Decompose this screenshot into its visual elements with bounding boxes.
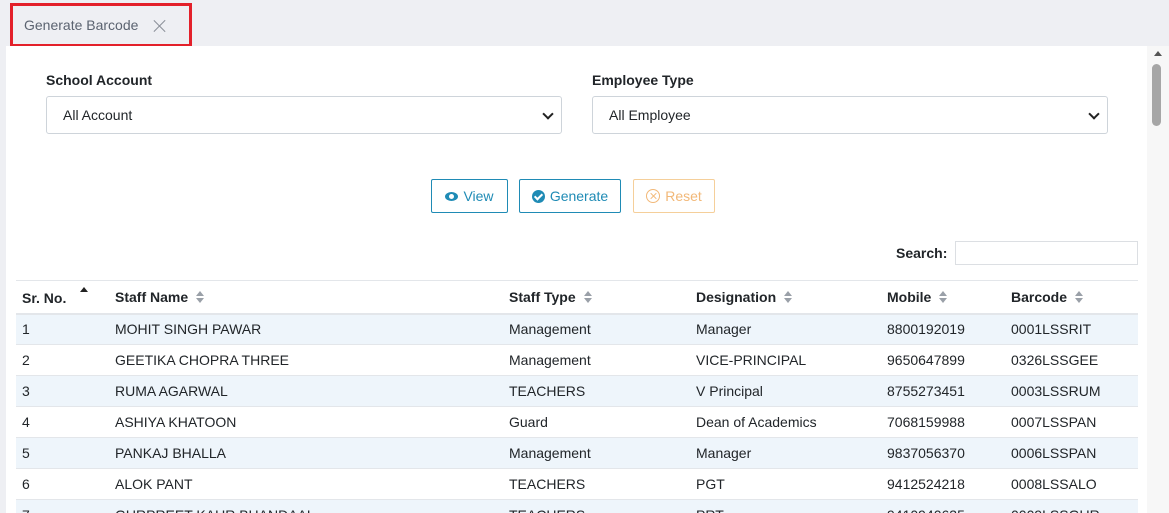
cell-designation: PGT [690, 468, 881, 500]
cell-staff-name: ASHIYA KHATOON [109, 406, 503, 438]
cell-mobile: 9412524218 [881, 468, 1005, 500]
column-header-label: Mobile [887, 288, 932, 305]
generate-button[interactable]: Generate [519, 179, 621, 213]
cell-staff-name: GEETIKA CHOPRA THREE [109, 344, 503, 376]
cell-staff-type: Management [503, 313, 690, 345]
table-row[interactable]: 4 ASHIYA KHATOON Guard Dean of Academics… [16, 406, 1138, 438]
column-header-label: Staff Name [115, 288, 189, 305]
cell-designation: V Principal [690, 375, 881, 407]
cell-barcode: 0003LSSRUM [1005, 375, 1138, 407]
cell-mobile: 8800192019 [881, 313, 1005, 345]
table-row[interactable]: 2 GEETIKA CHOPRA THREE Management VICE-P… [16, 344, 1138, 376]
sort-icon [1075, 290, 1084, 303]
search-input[interactable] [955, 241, 1138, 265]
cell-barcode: 0009LSSGUR [1005, 499, 1138, 513]
cell-staff-type: TEACHERS [503, 499, 690, 513]
cell-barcode: 0006LSSPAN [1005, 437, 1138, 469]
column-header-label: Barcode [1011, 288, 1068, 305]
cell-barcode: 0001LSSRIT [1005, 313, 1138, 345]
cell-sr-no: 7 [16, 499, 109, 513]
cell-barcode: 0007LSSPAN [1005, 406, 1138, 438]
chevron-down-icon [1088, 108, 1100, 120]
scrollbar-thumb[interactable] [1152, 64, 1161, 126]
employee-type-select[interactable]: All Employee [592, 96, 1108, 134]
cell-designation: Manager [690, 437, 881, 469]
cell-staff-type: TEACHERS [503, 375, 690, 407]
table-header-row: Sr. No. Staff Name Staff Type Designatio… [16, 280, 1138, 315]
column-header-staff-type[interactable]: Staff Type [503, 280, 690, 315]
cell-staff-type: Management [503, 344, 690, 376]
cell-designation: Manager [690, 313, 881, 345]
school-account-label: School Account [46, 72, 153, 88]
cell-mobile: 7068159988 [881, 406, 1005, 438]
school-account-select[interactable]: All Account [46, 96, 562, 134]
cell-staff-name: GURPREET KAUR BHANDAAL [109, 499, 503, 513]
column-header-label: Sr. No. [22, 290, 67, 307]
column-header-mobile[interactable]: Mobile [881, 280, 1005, 315]
cell-mobile: 9837056370 [881, 437, 1005, 469]
view-button-label: View [463, 188, 494, 204]
cell-mobile: 9650647899 [881, 344, 1005, 376]
cell-sr-no: 2 [16, 344, 109, 376]
cell-sr-no: 1 [16, 313, 109, 345]
tab-generate-barcode[interactable]: Generate Barcode [10, 3, 192, 47]
main-panel: School Account All Account Employee Type… [6, 46, 1147, 513]
reset-button-label: Reset [665, 188, 702, 204]
cell-barcode: 0008LSSALO [1005, 468, 1138, 500]
sort-icon [196, 290, 205, 303]
cell-staff-name: MOHIT SINGH PAWAR [109, 313, 503, 345]
table-row[interactable]: 1 MOHIT SINGH PAWAR Management Manager 8… [16, 313, 1138, 345]
table-row[interactable]: 3 RUMA AGARWAL TEACHERS V Principal 8755… [16, 375, 1138, 407]
close-icon[interactable] [153, 19, 166, 32]
sort-icon [583, 290, 592, 303]
cell-staff-name: RUMA AGARWAL [109, 375, 503, 407]
cell-staff-type: Guard [503, 406, 690, 438]
table-row[interactable]: 5 PANKAJ BHALLA Management Manager 98370… [16, 437, 1138, 469]
check-circle-icon [531, 189, 545, 203]
cell-barcode: 0326LSSGEE [1005, 344, 1138, 376]
cell-mobile: 8755273451 [881, 375, 1005, 407]
close-circle-icon [646, 189, 661, 203]
table-row[interactable]: 6 ALOK PANT TEACHERS PGT 9412524218 0008… [16, 468, 1138, 500]
column-header-label: Designation [696, 288, 777, 305]
generate-button-label: Generate [549, 188, 609, 204]
cell-designation: PRT [690, 499, 881, 513]
search-label: Search: [896, 245, 948, 261]
cell-sr-no: 5 [16, 437, 109, 469]
scroll-up-arrow-icon[interactable] [1154, 51, 1162, 56]
tab-bar: Generate Barcode [0, 0, 1169, 47]
eye-icon [445, 191, 459, 201]
sort-ascending-icon [80, 287, 89, 299]
cell-staff-name: ALOK PANT [109, 468, 503, 500]
table-row[interactable]: 7 GURPREET KAUR BHANDAAL TEACHERS PRT 94… [16, 499, 1138, 513]
employee-type-label: Employee Type [592, 72, 694, 88]
cell-staff-name: PANKAJ BHALLA [109, 437, 503, 469]
cell-mobile: 9410940635 [881, 499, 1005, 513]
cell-designation: Dean of Academics [690, 406, 881, 438]
sort-icon [784, 290, 793, 303]
cell-designation: VICE-PRINCIPAL [690, 344, 881, 376]
cell-staff-type: TEACHERS [503, 468, 690, 500]
column-header-staff-name[interactable]: Staff Name [109, 280, 503, 315]
cell-sr-no: 4 [16, 406, 109, 438]
view-button[interactable]: View [431, 179, 508, 213]
sort-icon [939, 290, 948, 303]
column-header-designation[interactable]: Designation [690, 280, 881, 315]
staff-table: Sr. No. Staff Name Staff Type Designatio… [16, 280, 1138, 513]
chevron-down-icon [542, 108, 554, 120]
school-account-value: All Account [63, 107, 133, 123]
employee-type-value: All Employee [609, 107, 691, 123]
vertical-scrollbar[interactable] [1147, 46, 1169, 513]
tab-label: Generate Barcode [24, 17, 139, 33]
column-header-sr-no[interactable]: Sr. No. [16, 280, 109, 315]
column-header-barcode[interactable]: Barcode [1005, 280, 1138, 315]
reset-button[interactable]: Reset [633, 179, 715, 213]
column-header-label: Staff Type [509, 288, 576, 305]
cell-staff-type: Management [503, 437, 690, 469]
cell-sr-no: 3 [16, 375, 109, 407]
cell-sr-no: 6 [16, 468, 109, 500]
